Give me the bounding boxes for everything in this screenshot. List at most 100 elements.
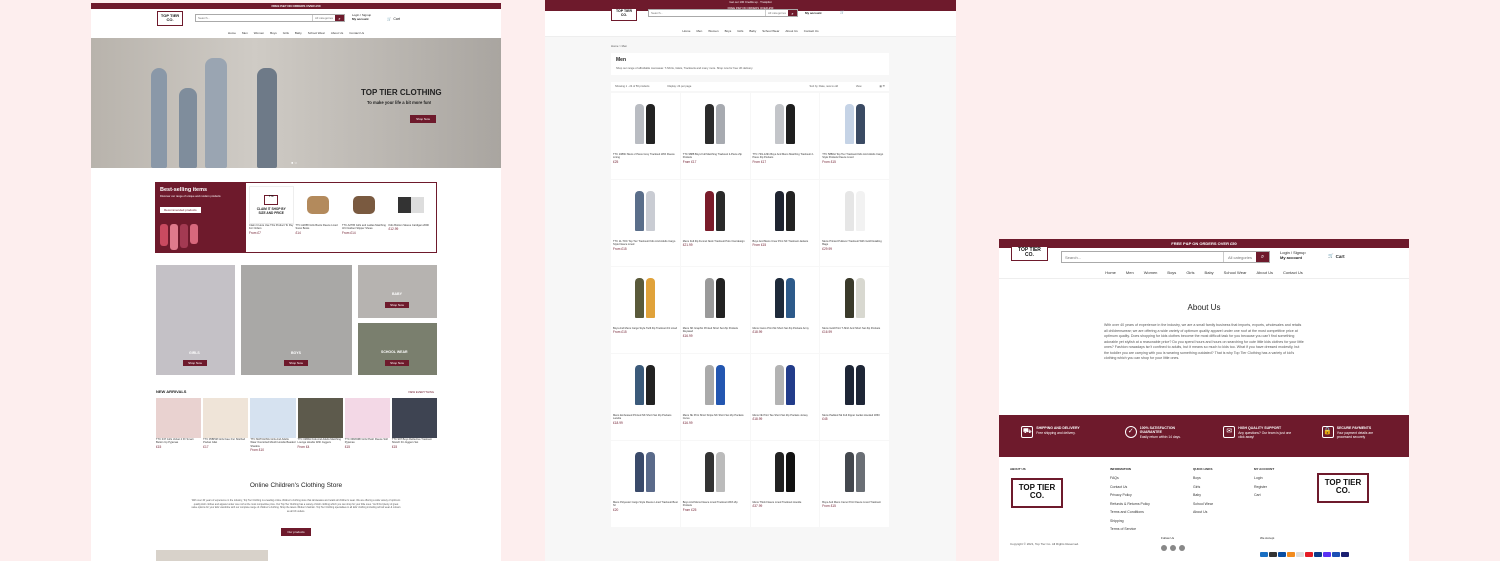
bestselling-item[interactable]: TTC A2058 Girls Boots Fleece Lined Snow …	[296, 186, 341, 249]
arrival-card[interactable]: TTC 047 Girls Velvet 2 Pc Smart Button U…	[156, 398, 202, 452]
arrival-card[interactable]: TTC 096/04BI Girls Plush Fleece Soft Pyj…	[344, 398, 390, 452]
arrival-card[interactable]: TTC 0286H Kids And Adults Matching Loung…	[297, 398, 343, 452]
search-icon[interactable]: ⌕	[335, 15, 344, 21]
product-image[interactable]	[613, 269, 678, 327]
sort-select[interactable]: Sort by: Date, new to old	[810, 85, 838, 88]
product-card[interactable]: Mens Nk Print Tee Short Set Zip Pockets …	[750, 354, 820, 440]
category-tile-girls[interactable]: GIRLS Shop Now	[156, 265, 235, 375]
category-select[interactable]: All categories	[1222, 252, 1256, 262]
product-image[interactable]	[683, 269, 748, 327]
product-image[interactable]	[683, 356, 748, 414]
product-card[interactable]: Mens Embossed Printed NK Short Set Zip P…	[611, 354, 680, 440]
arrival-card[interactable]: TTC MATCHING Girls And Adults Wear Overs…	[250, 398, 296, 452]
footer-link-faqs[interactable]: FAQs	[1110, 474, 1150, 483]
product-image[interactable]	[753, 269, 818, 327]
product-name[interactable]: TTC 997 Boys Reflective Tracksuit Stretc…	[392, 438, 437, 445]
product-name[interactable]: TTC 9888 Boys Full Matching Tracksuit 2-…	[683, 153, 748, 160]
category-tile-boys[interactable]: BOYS Shop Now	[241, 265, 352, 375]
category-shop-now-button[interactable]: Shop Now	[385, 360, 409, 366]
nav-girls[interactable]: Girls	[283, 29, 289, 38]
recommended-products-button[interactable]: Recommended products	[160, 207, 201, 213]
product-name[interactable]: TTC A2765 Girls and Ladies Matching 3/4 …	[342, 224, 387, 231]
category-select[interactable]: All categories	[311, 15, 335, 21]
footer-link-school-wear[interactable]: School Wear	[1193, 500, 1213, 509]
nav-home[interactable]: Home	[228, 29, 236, 38]
nav-school-wear[interactable]: School Wear	[308, 29, 325, 38]
search-bar[interactable]: Search... All categories ⌕	[648, 9, 798, 17]
product-image[interactable]	[822, 269, 887, 327]
search-icon[interactable]: ⌕	[788, 10, 797, 16]
carousel-dots[interactable]: ● ○	[291, 160, 297, 165]
nav-home[interactable]: Home	[682, 26, 690, 36]
product-card[interactable]: Mens Polyester Cargo Style Fleece Lined …	[611, 441, 680, 527]
product-image[interactable]	[753, 95, 818, 153]
product-name[interactable]: Mens Padded Nk Full Zipper Jacket Hooded…	[822, 414, 887, 417]
product-image[interactable]	[822, 356, 887, 414]
nav-baby[interactable]: Baby	[295, 29, 302, 38]
nav-women[interactable]: Women	[708, 26, 718, 36]
search-bar[interactable]: Search... All categories ⌕	[195, 14, 345, 22]
product-name[interactable]: TTC MATCHING Girls And Adults Wear Overs…	[250, 438, 295, 448]
footer-link-refunds[interactable]: Refunds & Returns Policy	[1110, 500, 1150, 509]
search-bar[interactable]: Search... All categories ⌕	[1061, 251, 1270, 263]
product-image[interactable]	[613, 356, 678, 414]
footer-link-contact[interactable]: Contact Us	[1110, 483, 1150, 492]
category-select[interactable]: All categories	[764, 10, 788, 16]
product-card[interactable]: Mens NK Graphic Printed Short Set Zip Po…	[680, 267, 750, 353]
product-image[interactable]	[683, 182, 748, 240]
nav-about[interactable]: About Us	[1257, 267, 1273, 278]
product-image[interactable]	[822, 182, 887, 240]
footer-link-register[interactable]: Register	[1254, 483, 1274, 492]
nav-contact[interactable]: Contact Us	[1283, 267, 1303, 278]
product-card[interactable]: Mens Padded Nk Full Zipper Jacket Hooded…	[820, 354, 889, 440]
product-name[interactable]: TTC 058P48 Girls Faux Fur Stitched Pocke…	[203, 438, 248, 445]
product-card[interactable]: TTC 5880H Top Tier Tracksuit Kids And Ad…	[820, 93, 889, 179]
nav-about[interactable]: About Us	[785, 26, 797, 36]
category-shop-now-button[interactable]: Shop Now	[183, 360, 207, 366]
nav-men[interactable]: Men	[1126, 267, 1134, 278]
search-input[interactable]: Search...	[1062, 255, 1081, 260]
product-card[interactable]: TTC 11-TOC Top Tier Tracksuit Kids And A…	[611, 180, 680, 266]
nav-women[interactable]: Women	[254, 29, 264, 38]
instagram-icon[interactable]	[1170, 545, 1176, 551]
twitter-icon[interactable]	[1179, 545, 1185, 551]
footer-link-cart[interactable]: Cart	[1254, 491, 1274, 500]
product-name[interactable]: TTC 11-TOC Top Tier Tracksuit Kids And A…	[613, 240, 678, 247]
product-card[interactable]: Mens Thick Fleece Lined Tracksuit Hoodie…	[750, 441, 820, 527]
arrival-card[interactable]: TTC 997 Boys Reflective Tracksuit Stretc…	[391, 398, 438, 452]
per-page-select[interactable]: Display: 24 per page	[667, 85, 691, 88]
footer-link-about[interactable]: About Us	[1193, 508, 1213, 517]
product-image[interactable]	[822, 443, 887, 501]
product-card[interactable]: Mens Nk Print Short Stripe NK Short Set …	[680, 354, 750, 440]
category-shop-now-button[interactable]: Shop Now	[385, 302, 409, 308]
account-menu[interactable]: Login / Signup My account	[1280, 250, 1306, 261]
nav-men[interactable]: Men	[242, 29, 248, 38]
product-name[interactable]: TTC 096/04BI Girls Plush Fleece Soft Pyj…	[345, 438, 390, 445]
nav-baby[interactable]: Baby	[749, 26, 756, 36]
logo[interactable]: TOP TIER CO.	[611, 8, 637, 21]
search-input[interactable]: Search...	[196, 16, 210, 20]
product-image[interactable]	[613, 443, 678, 501]
nav-women[interactable]: Women	[1144, 267, 1158, 278]
product-card[interactable]: TTC 1089C Mens 2 Piece Grey Tracksuit Wi…	[611, 93, 680, 179]
nav-boys[interactable]: Boys	[270, 29, 277, 38]
product-name[interactable]: Boys And Mens Fleece Lined Tracksuit Wit…	[683, 501, 748, 508]
cart-button[interactable]: 🛒 Cart	[1328, 253, 1345, 259]
nav-men[interactable]: Men	[696, 26, 702, 36]
nav-contact[interactable]: Contact Us	[349, 29, 364, 38]
breadcrumb[interactable]: Home > Men	[611, 44, 627, 48]
footer-logo[interactable]: TOP TIER CO.	[1011, 478, 1063, 508]
nav-school-wear[interactable]: School Wear	[1224, 267, 1247, 278]
product-card[interactable]: Mens Full Zip Funnel Neck Tracksuit Polo…	[680, 180, 750, 266]
hero-shop-now-button[interactable]: Shop Now	[410, 115, 436, 123]
grid-view-icon[interactable]: ▦ ☰	[880, 85, 886, 88]
product-name[interactable]: TTC 0286H Kids And Adults Matching Loung…	[298, 438, 343, 445]
our-products-button[interactable]: Our products	[281, 528, 311, 536]
category-shop-now-button[interactable]: Shop Now	[284, 360, 308, 366]
nav-boys[interactable]: Boys	[1167, 267, 1176, 278]
view-everything-link[interactable]: VIEW EVERYTHING	[408, 390, 434, 394]
logo[interactable]: TOP TIER CO.	[1011, 246, 1048, 261]
nav-contact[interactable]: Contact Us	[804, 26, 819, 36]
product-name[interactable]: TTC A2058 Girls Boots Fleece Lined Snow …	[296, 224, 341, 231]
product-card[interactable]: Mens Printed Pullover Tracksuit With Gol…	[820, 180, 889, 266]
